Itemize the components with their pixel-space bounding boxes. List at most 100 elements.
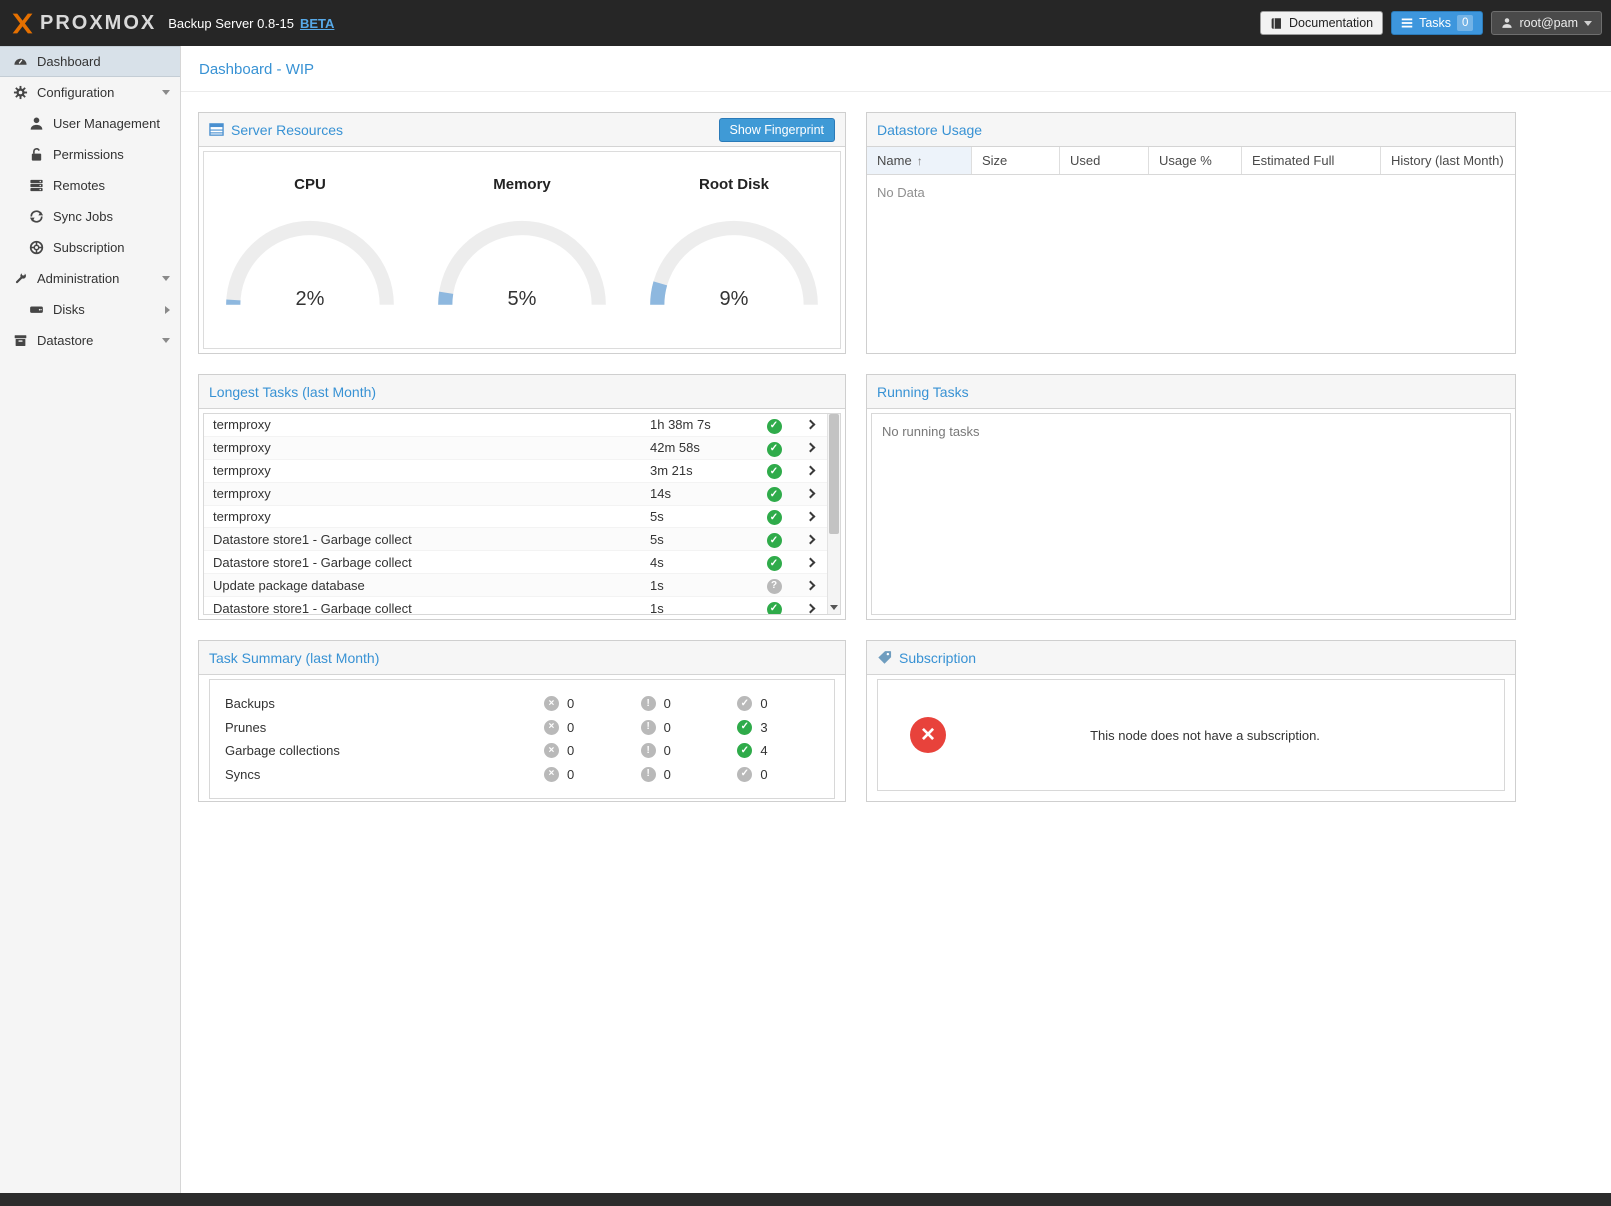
grid-header-row: Name↑ Size Used Usage % Estimated Full H… [867,147,1515,175]
chevron-right-icon[interactable] [805,489,815,499]
sidebar-item-label: Configuration [37,85,114,100]
column-header-estimated-full[interactable]: Estimated Full [1242,147,1381,174]
panel-title: Datastore Usage [877,122,982,138]
documentation-label: Documentation [1289,16,1373,30]
scrollbar-thumb[interactable] [829,414,839,534]
sidebar-item-dashboard[interactable]: Dashboard [0,46,180,77]
table-icon [209,122,224,137]
chevron-right-icon[interactable] [805,466,815,476]
sidebar-item-datastore[interactable]: Datastore [0,325,180,356]
sidebar-item-label: Remotes [53,178,105,193]
task-row[interactable]: termproxy 5s ✓ [204,506,827,529]
running-tasks-panel: Running Tasks No running tasks [866,374,1516,620]
error-count-icon: × [544,720,559,735]
datastore-usage-panel: Datastore Usage Name↑ Size Used Usage % … [866,112,1516,354]
chevron-right-icon[interactable] [805,512,815,522]
ok-status-icon: ✓ [767,487,782,502]
chevron-right-icon[interactable] [805,420,815,430]
sidebar-item-administration[interactable]: Administration [0,263,180,294]
subscription-header: Subscription [867,641,1515,675]
panel-title: Longest Tasks (last Month) [209,384,376,400]
subscription-message: This node does not have a subscription. [946,728,1504,743]
longest-tasks-panel: Longest Tasks (last Month) termproxy 1h … [198,374,846,620]
error-count-icon: × [544,743,559,758]
gauge-value: 9% [644,288,824,311]
sidebar-item-user-management[interactable]: User Management [0,108,180,139]
column-header-used[interactable]: Used [1060,147,1149,174]
column-header-history[interactable]: History (last Month) [1381,147,1515,174]
server-resources-header: Server Resources Show Fingerprint [199,113,845,147]
running-tasks-header: Running Tasks [867,375,1515,409]
sidebar-item-subscription[interactable]: Subscription [0,232,180,263]
sidebar-item-label: Sync Jobs [53,209,113,224]
panel-title: Subscription [899,650,976,666]
gauge-label: CPU [294,176,326,193]
tachometer-icon [12,54,28,70]
error-count-icon: × [544,696,559,711]
sidebar-item-permissions[interactable]: Permissions [0,139,180,170]
chevron-right-icon[interactable] [805,557,815,567]
sidebar-item-sync-jobs[interactable]: Sync Jobs [0,201,180,232]
task-row[interactable]: termproxy 3m 21s ✓ [204,460,827,483]
task-row[interactable]: Datastore store1 - Garbage collect 5s ✓ [204,528,827,551]
sidebar-item-disks[interactable]: Disks [0,294,180,325]
server-resources-panel: Server Resources Show Fingerprint CPU 2% [198,112,846,354]
show-fingerprint-button[interactable]: Show Fingerprint [719,118,836,142]
sidebar-item-label: Administration [37,271,119,286]
task-row[interactable]: Update package database 1s ? [204,574,827,597]
sidebar-item-label: Permissions [53,147,124,162]
gauge-label: Memory [493,176,551,193]
task-summary-panel: Task Summary (last Month) Backups ×0 !0 … [198,640,846,802]
summary-row-syncs: Syncs ×0 !0 ✓0 [210,763,834,787]
chevron-down-icon [162,276,170,281]
task-row[interactable]: Datastore store1 - Garbage collect 4s ✓ [204,551,827,574]
sidebar-item-label: User Management [53,116,160,131]
task-summary-header: Task Summary (last Month) [199,641,845,675]
topbar: PROXMOX Backup Server 0.8-15 BETA Docume… [0,0,1611,46]
datastore-usage-header: Datastore Usage [867,113,1515,147]
column-header-name[interactable]: Name↑ [867,147,972,174]
column-header-size[interactable]: Size [972,147,1060,174]
beta-link[interactable]: BETA [300,16,334,31]
proxmox-logo: PROXMOX [9,11,156,36]
warning-count-icon: ! [641,743,656,758]
memory-gauge: Memory 5% [416,176,628,348]
chevron-right-icon[interactable] [805,580,815,590]
ok-status-icon: ✓ [767,533,782,548]
user-menu-button[interactable]: root@pam [1491,11,1602,35]
chevron-right-icon[interactable] [805,603,815,613]
gauge-value: 5% [432,288,612,311]
task-row[interactable]: termproxy 14s ✓ [204,483,827,506]
chevron-down-icon [1584,21,1592,26]
column-header-usage-pct[interactable]: Usage % [1149,147,1242,174]
sidebar-item-label: Dashboard [37,54,101,69]
chevron-right-icon [165,306,170,314]
user-icon [1501,17,1513,29]
task-row[interactable]: termproxy 1h 38m 7s ✓ [204,414,827,437]
task-row[interactable]: Datastore store1 - Garbage collect 1s ✓ [204,597,827,615]
task-list-icon [1401,17,1413,29]
chevron-down-icon [162,338,170,343]
chevron-right-icon[interactable] [805,534,815,544]
cpu-gauge: CPU 2% [204,176,416,348]
summary-row-prunes: Prunes ×0 !0 ✓3 [210,716,834,740]
sidebar-item-configuration[interactable]: Configuration [0,77,180,108]
error-count-icon: × [544,767,559,782]
ok-status-icon: ✓ [767,602,782,615]
topbar-actions: Documentation Tasks 0 root@pam [1260,0,1602,46]
book-icon [1270,17,1283,30]
documentation-button[interactable]: Documentation [1260,11,1383,35]
disk-icon [28,302,44,318]
sidebar-item-remotes[interactable]: Remotes [0,170,180,201]
subscription-panel: Subscription × This node does not have a… [866,640,1516,802]
scrollbar[interactable] [827,414,840,614]
summary-row-backups: Backups ×0 !0 ✓0 [210,692,834,716]
chevron-right-icon[interactable] [805,443,815,453]
scrollbar-down-button[interactable] [828,601,840,614]
panel-title: Running Tasks [877,384,969,400]
task-row[interactable]: termproxy 42m 58s ✓ [204,437,827,460]
subscription-body: × This node does not have a subscription… [877,679,1505,791]
tasks-button[interactable]: Tasks 0 [1391,11,1483,35]
unlock-icon [28,147,44,163]
warning-count-icon: ! [641,767,656,782]
